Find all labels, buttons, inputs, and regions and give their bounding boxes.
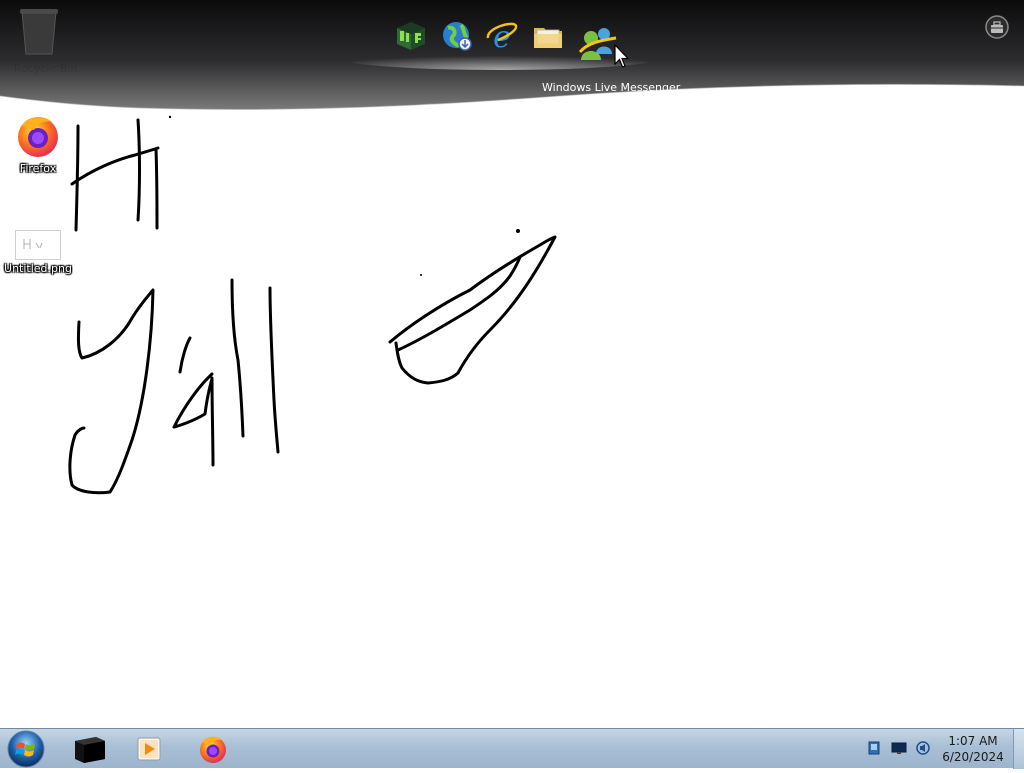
ink-dot (516, 229, 520, 233)
stroke-letter-y (68, 288, 155, 495)
ink-dot (420, 274, 422, 276)
stroke-letter-l-2 (268, 286, 280, 454)
firefox-icon (200, 736, 226, 763)
start-button[interactable] (6, 729, 46, 769)
stroke-wedge-inner (396, 255, 522, 352)
stroke-apostrophe (178, 336, 192, 374)
stroke-letter-h-left (74, 124, 80, 232)
stroke-letter-a (172, 372, 215, 467)
windows-orb-icon (7, 730, 45, 768)
freehand-drawing-canvas (68, 115, 557, 495)
stroke-letter-h-middle (136, 118, 141, 222)
stroke-letter-h-right (154, 148, 159, 230)
black-box-icon (75, 737, 105, 763)
taskbar-terminal[interactable] (70, 733, 110, 765)
volume-icon (916, 741, 930, 755)
stroke-letter-h-crossbar (70, 146, 160, 186)
display-icon (891, 742, 907, 754)
show-desktop-button[interactable] (1013, 729, 1024, 769)
tray-network[interactable] (866, 739, 884, 757)
taskbar-firefox[interactable] (193, 733, 233, 765)
taskbar-media-player[interactable] (130, 733, 170, 765)
tray-display[interactable] (890, 739, 908, 757)
tray-volume[interactable] (914, 739, 932, 757)
taskbar-clock[interactable]: 1:07 AM 6/20/2024 (940, 733, 1006, 765)
clock-time: 1:07 AM (948, 734, 998, 748)
taskbar: 1:07 AM 6/20/2024 (0, 728, 1024, 769)
stroke-letter-l-1 (230, 278, 245, 438)
network-icon (868, 741, 880, 755)
media-player-icon (137, 737, 161, 761)
ink-dot (168, 115, 172, 119)
clock-date: 6/20/2024 (942, 750, 1004, 764)
